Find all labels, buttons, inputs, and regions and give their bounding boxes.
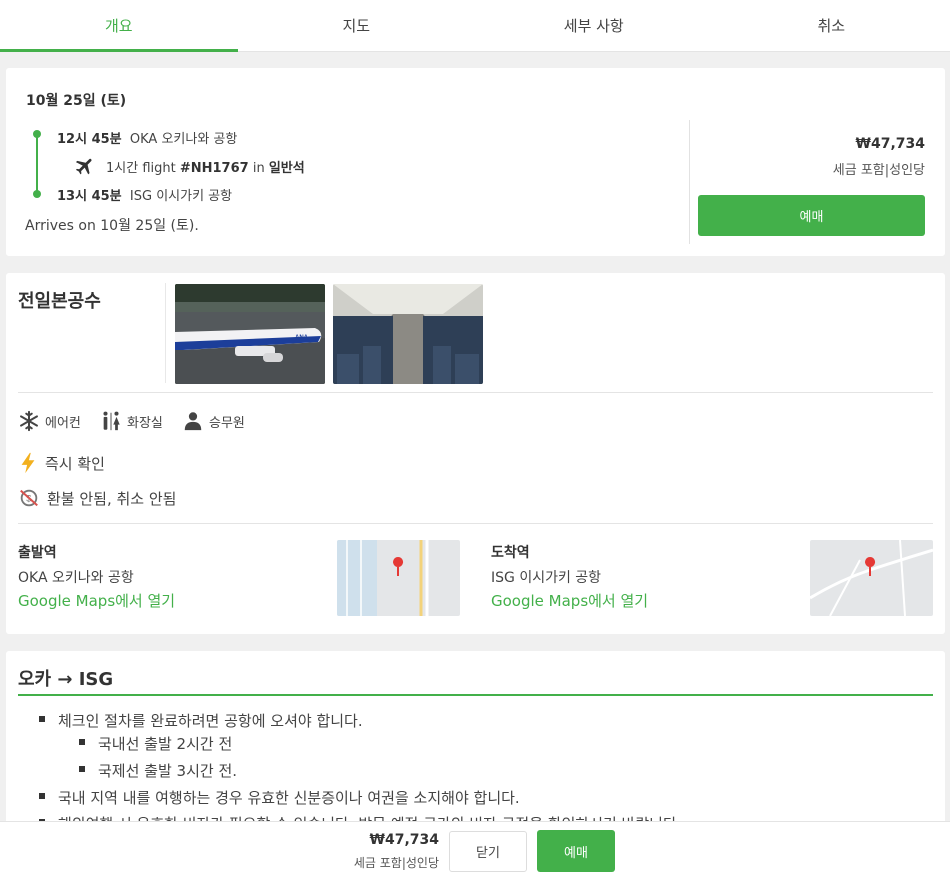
arrival-time: 13시 45분 [57, 189, 122, 204]
section-divider [18, 523, 933, 524]
book-button[interactable]: 예매 [698, 195, 925, 236]
plane-icon [75, 158, 92, 175]
tab-overview[interactable]: 개요 [0, 0, 238, 52]
divider [165, 283, 166, 383]
amenity-label: 화장실 [127, 415, 163, 431]
arrival-station-title: 도착역 [491, 545, 530, 561]
departure-station-name: OKA 오키나와 공항 [18, 570, 134, 586]
attendant-icon [184, 412, 202, 431]
cabin-photo[interactable] [333, 284, 483, 384]
timeline-line [36, 134, 38, 194]
lightning-icon [21, 452, 35, 474]
info-sub-bullet: 국제선 출발 3시간 전. [78, 762, 238, 780]
svg-text:ANA: ANA [295, 335, 309, 341]
departure-maps-link[interactable]: Google Maps에서 열기 [18, 590, 175, 611]
itinerary-card: 10월 25일 (토) 12시 45분 OKA 오키나와 공항 1시간 flig… [6, 68, 945, 256]
amenity-attendant: 승무원 [182, 410, 245, 432]
departure-station-title: 출발역 [18, 545, 57, 561]
arrives-note: Arrives on 10월 25일 (토). [25, 218, 199, 234]
info-sub-bullet: 국내선 출발 2시간 전 [78, 735, 233, 753]
amenity-aircon: 에어컨 [18, 410, 81, 432]
tab-label: 세부 사항 [563, 17, 624, 35]
arrival-place: ISG 이시가키 공항 [129, 189, 233, 204]
tab-cancel[interactable]: 취소 [713, 0, 950, 51]
arrival-station-name: ISG 이시가키 공항 [491, 570, 602, 586]
bottom-book-button[interactable]: 예매 [537, 830, 615, 872]
arrival-row: 13시 45분 ISG 이시가키 공항 [57, 185, 232, 204]
instant-confirm-label: 즉시 확인 [45, 454, 105, 473]
snowflake-icon [20, 410, 38, 432]
airline-name: 전일본공수 [18, 291, 101, 312]
arrival-map[interactable] [810, 540, 933, 616]
bottom-action-bar: ₩47,734 세금 포함|성인당 닫기 예매 [0, 821, 950, 876]
departure-place: OKA 오키나와 공항 [129, 132, 238, 147]
no-refund-icon: $ [20, 489, 38, 507]
restroom-icon [103, 411, 120, 431]
section-divider [18, 392, 933, 393]
cabin-class: 일반석 [268, 161, 305, 176]
tab-label: 개요 [104, 17, 133, 35]
flight-number: #NH1767 [179, 161, 249, 176]
operator-card: 전일본공수 ANA 에어컨 화장실 승무원 즉시 확인 환불 안됨, 취소 안됨… [6, 273, 945, 634]
refund-policy: $ 환불 안됨, 취소 안됨 [18, 487, 176, 509]
arrival-dot [33, 190, 41, 198]
divider [689, 120, 690, 244]
title-underline [18, 694, 933, 696]
aircraft-photo[interactable]: ANA [175, 284, 325, 384]
close-button[interactable]: 닫기 [449, 831, 527, 872]
amenity-label: 승무원 [209, 415, 245, 431]
bottom-price-note: 세금 포함|성인당 [353, 856, 439, 870]
departure-map[interactable] [337, 540, 460, 616]
tab-label: 취소 [817, 17, 846, 35]
flight-in-word: in [252, 161, 265, 176]
trip-date: 10월 25일 (토) [26, 93, 127, 109]
amenity-label: 에어컨 [45, 415, 81, 431]
refund-policy-label: 환불 안됨, 취소 안됨 [47, 489, 177, 508]
route-title: 오카 → ISG [18, 669, 114, 690]
tab-details[interactable]: 세부 사항 [475, 0, 713, 51]
info-bullet: 국내 지역 내를 여행하는 경우 유효한 신분증이나 여권을 소지해야 합니다. [39, 789, 520, 807]
info-bullet: 체크인 절차를 완료하려면 공항에 오셔야 합니다. [39, 712, 363, 730]
bottom-price: ₩47,734 [369, 832, 439, 848]
amenity-restroom: 화장실 [100, 410, 163, 432]
price-note: 세금 포함|성인당 [832, 163, 925, 178]
departure-time: 12시 45분 [57, 132, 122, 147]
instant-confirm: 즉시 확인 [18, 452, 105, 474]
flight-duration: 1시간 flight [106, 161, 176, 176]
tab-label: 지도 [342, 17, 371, 35]
departure-row: 12시 45분 OKA 오키나와 공항 [57, 128, 237, 147]
arrival-maps-link[interactable]: Google Maps에서 열기 [491, 590, 648, 611]
tab-map[interactable]: 지도 [238, 0, 476, 51]
flight-info-row: 1시간 flight #NH1767 in 일반석 [106, 157, 305, 176]
tab-bar: 개요 지도 세부 사항 취소 [0, 0, 950, 52]
price: ₩47,734 [855, 136, 925, 152]
